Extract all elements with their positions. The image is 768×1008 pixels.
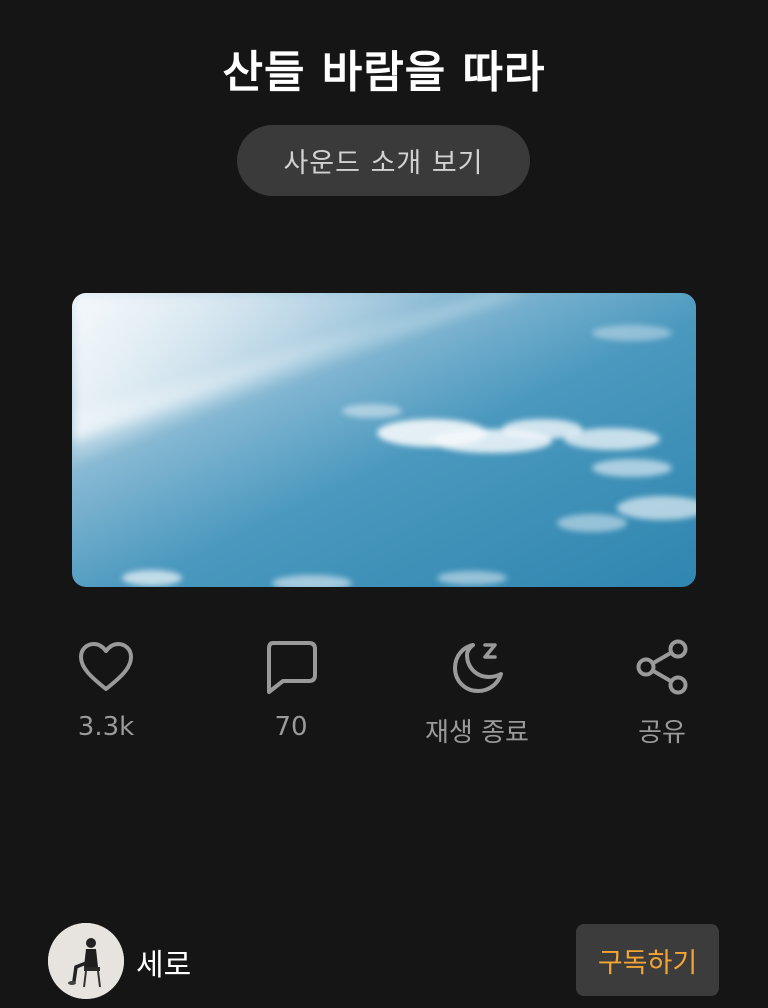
sound-intro-button[interactable]: 사운드 소개 보기 [237, 125, 530, 196]
sleep-timer-action[interactable]: 재생 종료 [402, 636, 552, 749]
page-title: 산들 바람을 따라 [222, 47, 546, 98]
moon-sleep-icon[interactable] [446, 636, 508, 698]
share-action[interactable]: 공유 [587, 636, 737, 749]
sleep-timer-label: 재생 종료 [425, 718, 529, 748]
like-count: 3.3k [77, 712, 135, 742]
comment-count: 70 [274, 712, 308, 742]
comment-icon[interactable] [260, 636, 322, 698]
subscribe-button[interactable]: 구독하기 [576, 924, 719, 996]
cover-image [72, 293, 696, 587]
comment-action[interactable]: 70 [216, 636, 366, 742]
heart-icon[interactable] [75, 636, 137, 698]
share-icon[interactable] [631, 636, 693, 698]
share-label: 공유 [638, 718, 686, 748]
creator-name[interactable]: 세로 [136, 940, 191, 984]
like-action[interactable]: 3.3k [31, 636, 181, 742]
avatar[interactable] [48, 923, 124, 999]
